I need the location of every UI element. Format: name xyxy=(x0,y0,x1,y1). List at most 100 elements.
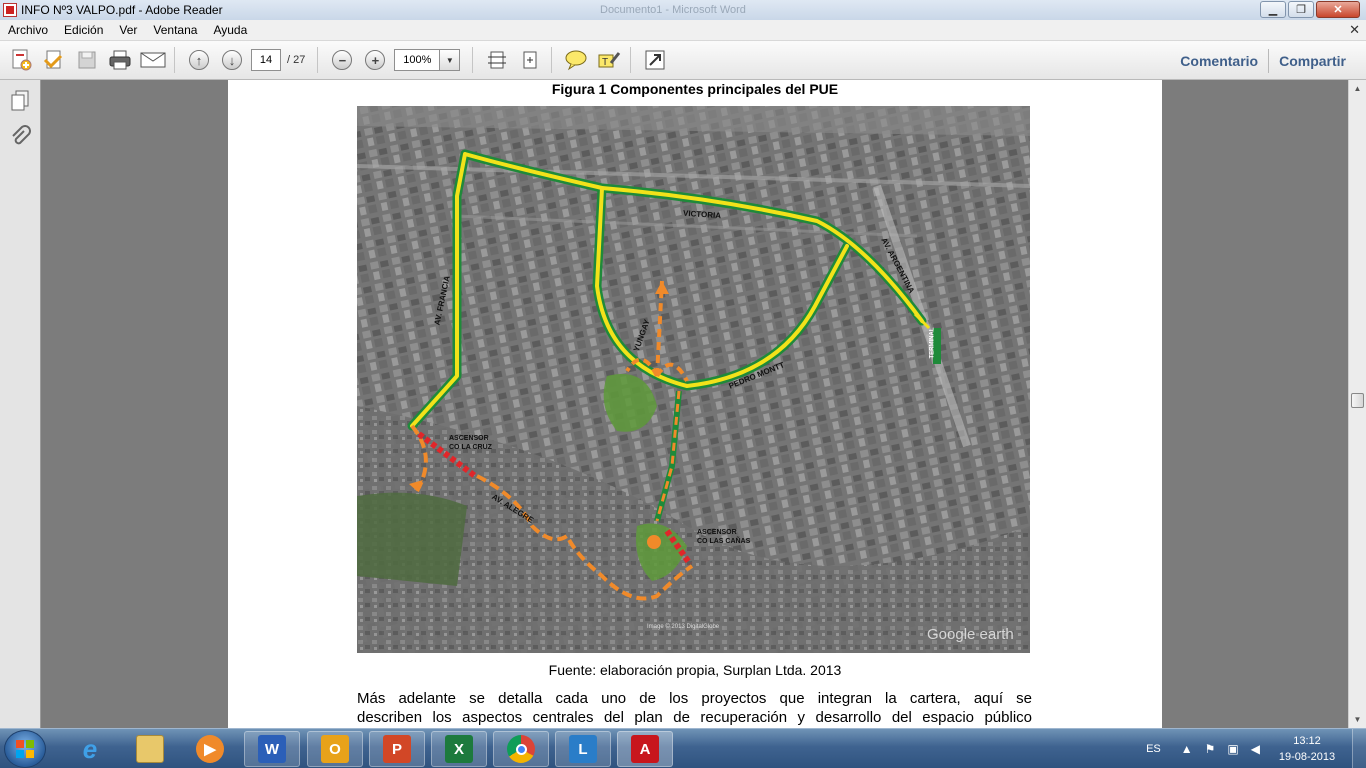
document-viewport[interactable]: Figura 1 Componentes principales del PUE xyxy=(41,80,1348,728)
scroll-down-button[interactable]: ▼ xyxy=(1349,711,1366,728)
zoom-in-button[interactable]: + xyxy=(360,45,390,75)
show-desktop-button[interactable] xyxy=(1352,729,1366,768)
taskbar-outlook[interactable]: O xyxy=(307,731,363,767)
page-total: / 27 xyxy=(287,54,306,66)
svg-text:T: T xyxy=(602,57,608,68)
document-close-button[interactable]: ✕ xyxy=(1349,22,1360,38)
fit-page-icon xyxy=(488,51,507,69)
restore-icon: ❐ xyxy=(1296,4,1306,16)
plus-icon: + xyxy=(365,50,386,70)
map-imagery-credit: Image © 2013 DigitalGlobe xyxy=(647,624,720,630)
excel-icon: X xyxy=(445,735,473,763)
taskbar-excel[interactable]: X xyxy=(431,731,487,767)
menu-ventana[interactable]: Ventana xyxy=(145,23,205,37)
body-line: Más adelante se detalla cada uno de los … xyxy=(357,690,1032,707)
volume-icon[interactable]: ◀ xyxy=(1251,742,1260,756)
taskbar-explorer[interactable] xyxy=(122,731,178,767)
background-window-title: Documento1 - Microsoft Word xyxy=(600,4,746,16)
adobe-reader-icon xyxy=(3,3,17,17)
fit-page-button[interactable] xyxy=(482,45,512,75)
comment-panel-button[interactable]: Comentario xyxy=(1170,53,1268,69)
vertical-scrollbar[interactable]: ▲ ▼ xyxy=(1348,80,1366,728)
menu-ver[interactable]: Ver xyxy=(111,23,145,37)
save-icon xyxy=(78,51,96,69)
lync-icon: L xyxy=(569,735,597,763)
taskbar-media-player[interactable]: ▶ xyxy=(182,731,238,767)
scroll-up-button[interactable]: ▲ xyxy=(1349,80,1366,97)
clock-time: 13:12 xyxy=(1293,735,1321,747)
menu-bar: Archivo Edición Ver Ventana Ayuda ✕ xyxy=(0,20,1366,41)
email-button[interactable] xyxy=(138,45,168,75)
toolbar-separator xyxy=(174,47,175,73)
print-icon xyxy=(109,50,131,70)
next-page-button[interactable]: ↓ xyxy=(217,45,247,75)
menu-ayuda[interactable]: Ayuda xyxy=(205,23,255,37)
internet-explorer-icon: e xyxy=(82,733,98,764)
scroll-down-icon: ▼ xyxy=(1353,715,1362,724)
zoom-input[interactable] xyxy=(394,49,441,71)
action-center-icon[interactable]: ⚑ xyxy=(1205,742,1216,756)
zoom-select[interactable]: ▼ xyxy=(394,49,461,71)
taskbar-powerpoint[interactable]: P xyxy=(369,731,425,767)
network-icon[interactable]: ▣ xyxy=(1227,742,1238,756)
google-earth-watermark: Google earth xyxy=(927,626,1014,643)
media-player-icon: ▶ xyxy=(196,735,224,763)
highlighter-icon: T xyxy=(598,52,621,68)
minimize-button[interactable]: ▁ xyxy=(1260,1,1286,18)
map-svg xyxy=(357,106,1030,653)
navigation-pane xyxy=(0,80,41,728)
language-indicator[interactable]: ES xyxy=(1146,743,1161,755)
attachments-button[interactable] xyxy=(5,122,35,152)
arrow-up-icon: ↑ xyxy=(189,50,209,70)
toolbar-separator xyxy=(472,47,474,73)
scrollbar-thumb[interactable] xyxy=(1351,393,1364,408)
pdf-page: Figura 1 Componentes principales del PUE xyxy=(228,80,1162,728)
full-screen-button[interactable] xyxy=(640,45,670,75)
title-bar: INFO Nº3 VALPO.pdf - Adobe Reader Docume… xyxy=(0,0,1366,20)
close-button[interactable]: ✕ xyxy=(1316,1,1360,18)
taskbar-internet-explorer[interactable]: e xyxy=(62,731,118,767)
taskbar-word[interactable]: W xyxy=(244,731,300,767)
minus-icon: − xyxy=(332,50,353,70)
zoom-out-button[interactable]: − xyxy=(327,45,357,75)
save-button[interactable] xyxy=(72,45,102,75)
show-hidden-icons-button[interactable]: ▲ xyxy=(1181,742,1193,756)
close-icon: ✕ xyxy=(1333,4,1343,16)
body-line: describen los aspectos centrales del pla… xyxy=(357,709,1032,726)
toolbar-right: Comentario Compartir xyxy=(1170,41,1356,80)
create-pdf-icon xyxy=(12,49,32,71)
toolbar-separator xyxy=(551,47,553,73)
open-button[interactable] xyxy=(39,45,69,75)
adobe-reader-taskbar-icon: A xyxy=(631,735,659,763)
taskbar-adobe-reader[interactable]: A xyxy=(617,731,673,767)
page-number-input[interactable] xyxy=(251,49,281,71)
comment-bubble-icon xyxy=(565,50,587,71)
maximize-button[interactable]: ❐ xyxy=(1288,1,1314,18)
chrome-icon xyxy=(507,735,535,763)
sticky-note-button[interactable] xyxy=(561,45,591,75)
taskbar-lync[interactable]: L xyxy=(555,731,611,767)
map-label-ascensor-canas: ASCENSOR CO LAS CAÑAS xyxy=(697,529,751,545)
satellite-map-figure: VICTORIA AV. ARGENTINA AV. FRANCIA PEDRO… xyxy=(357,106,1030,653)
arrow-down-icon: ↓ xyxy=(222,50,242,70)
previous-page-button[interactable]: ↑ xyxy=(184,45,214,75)
menu-archivo[interactable]: Archivo xyxy=(0,23,56,37)
chevron-down-icon: ▼ xyxy=(445,55,454,65)
page-thumbnails-button[interactable] xyxy=(5,86,35,116)
create-pdf-button[interactable] xyxy=(6,45,36,75)
taskbar-chrome[interactable] xyxy=(493,731,549,767)
share-panel-button[interactable]: Compartir xyxy=(1269,53,1356,69)
taskbar: e ▶ W O P X L A ES ▲ ⚑ ▣ ◀ 13:12 19-08-2… xyxy=(0,728,1366,768)
zoom-dropdown-button[interactable]: ▼ xyxy=(440,49,461,71)
clock[interactable]: 13:12 19-08-2013 xyxy=(1272,733,1342,765)
print-button[interactable] xyxy=(105,45,135,75)
pages-icon xyxy=(11,90,29,111)
body-paragraph: Más adelante se detalla cada uno de los … xyxy=(357,689,1032,727)
start-button[interactable] xyxy=(4,730,46,768)
highlight-text-button[interactable]: T xyxy=(594,45,624,75)
email-icon xyxy=(140,52,166,68)
open-file-icon xyxy=(43,50,63,69)
fit-width-button[interactable] xyxy=(515,45,545,75)
folder-icon xyxy=(136,735,164,763)
menu-edicion[interactable]: Edición xyxy=(56,23,111,37)
